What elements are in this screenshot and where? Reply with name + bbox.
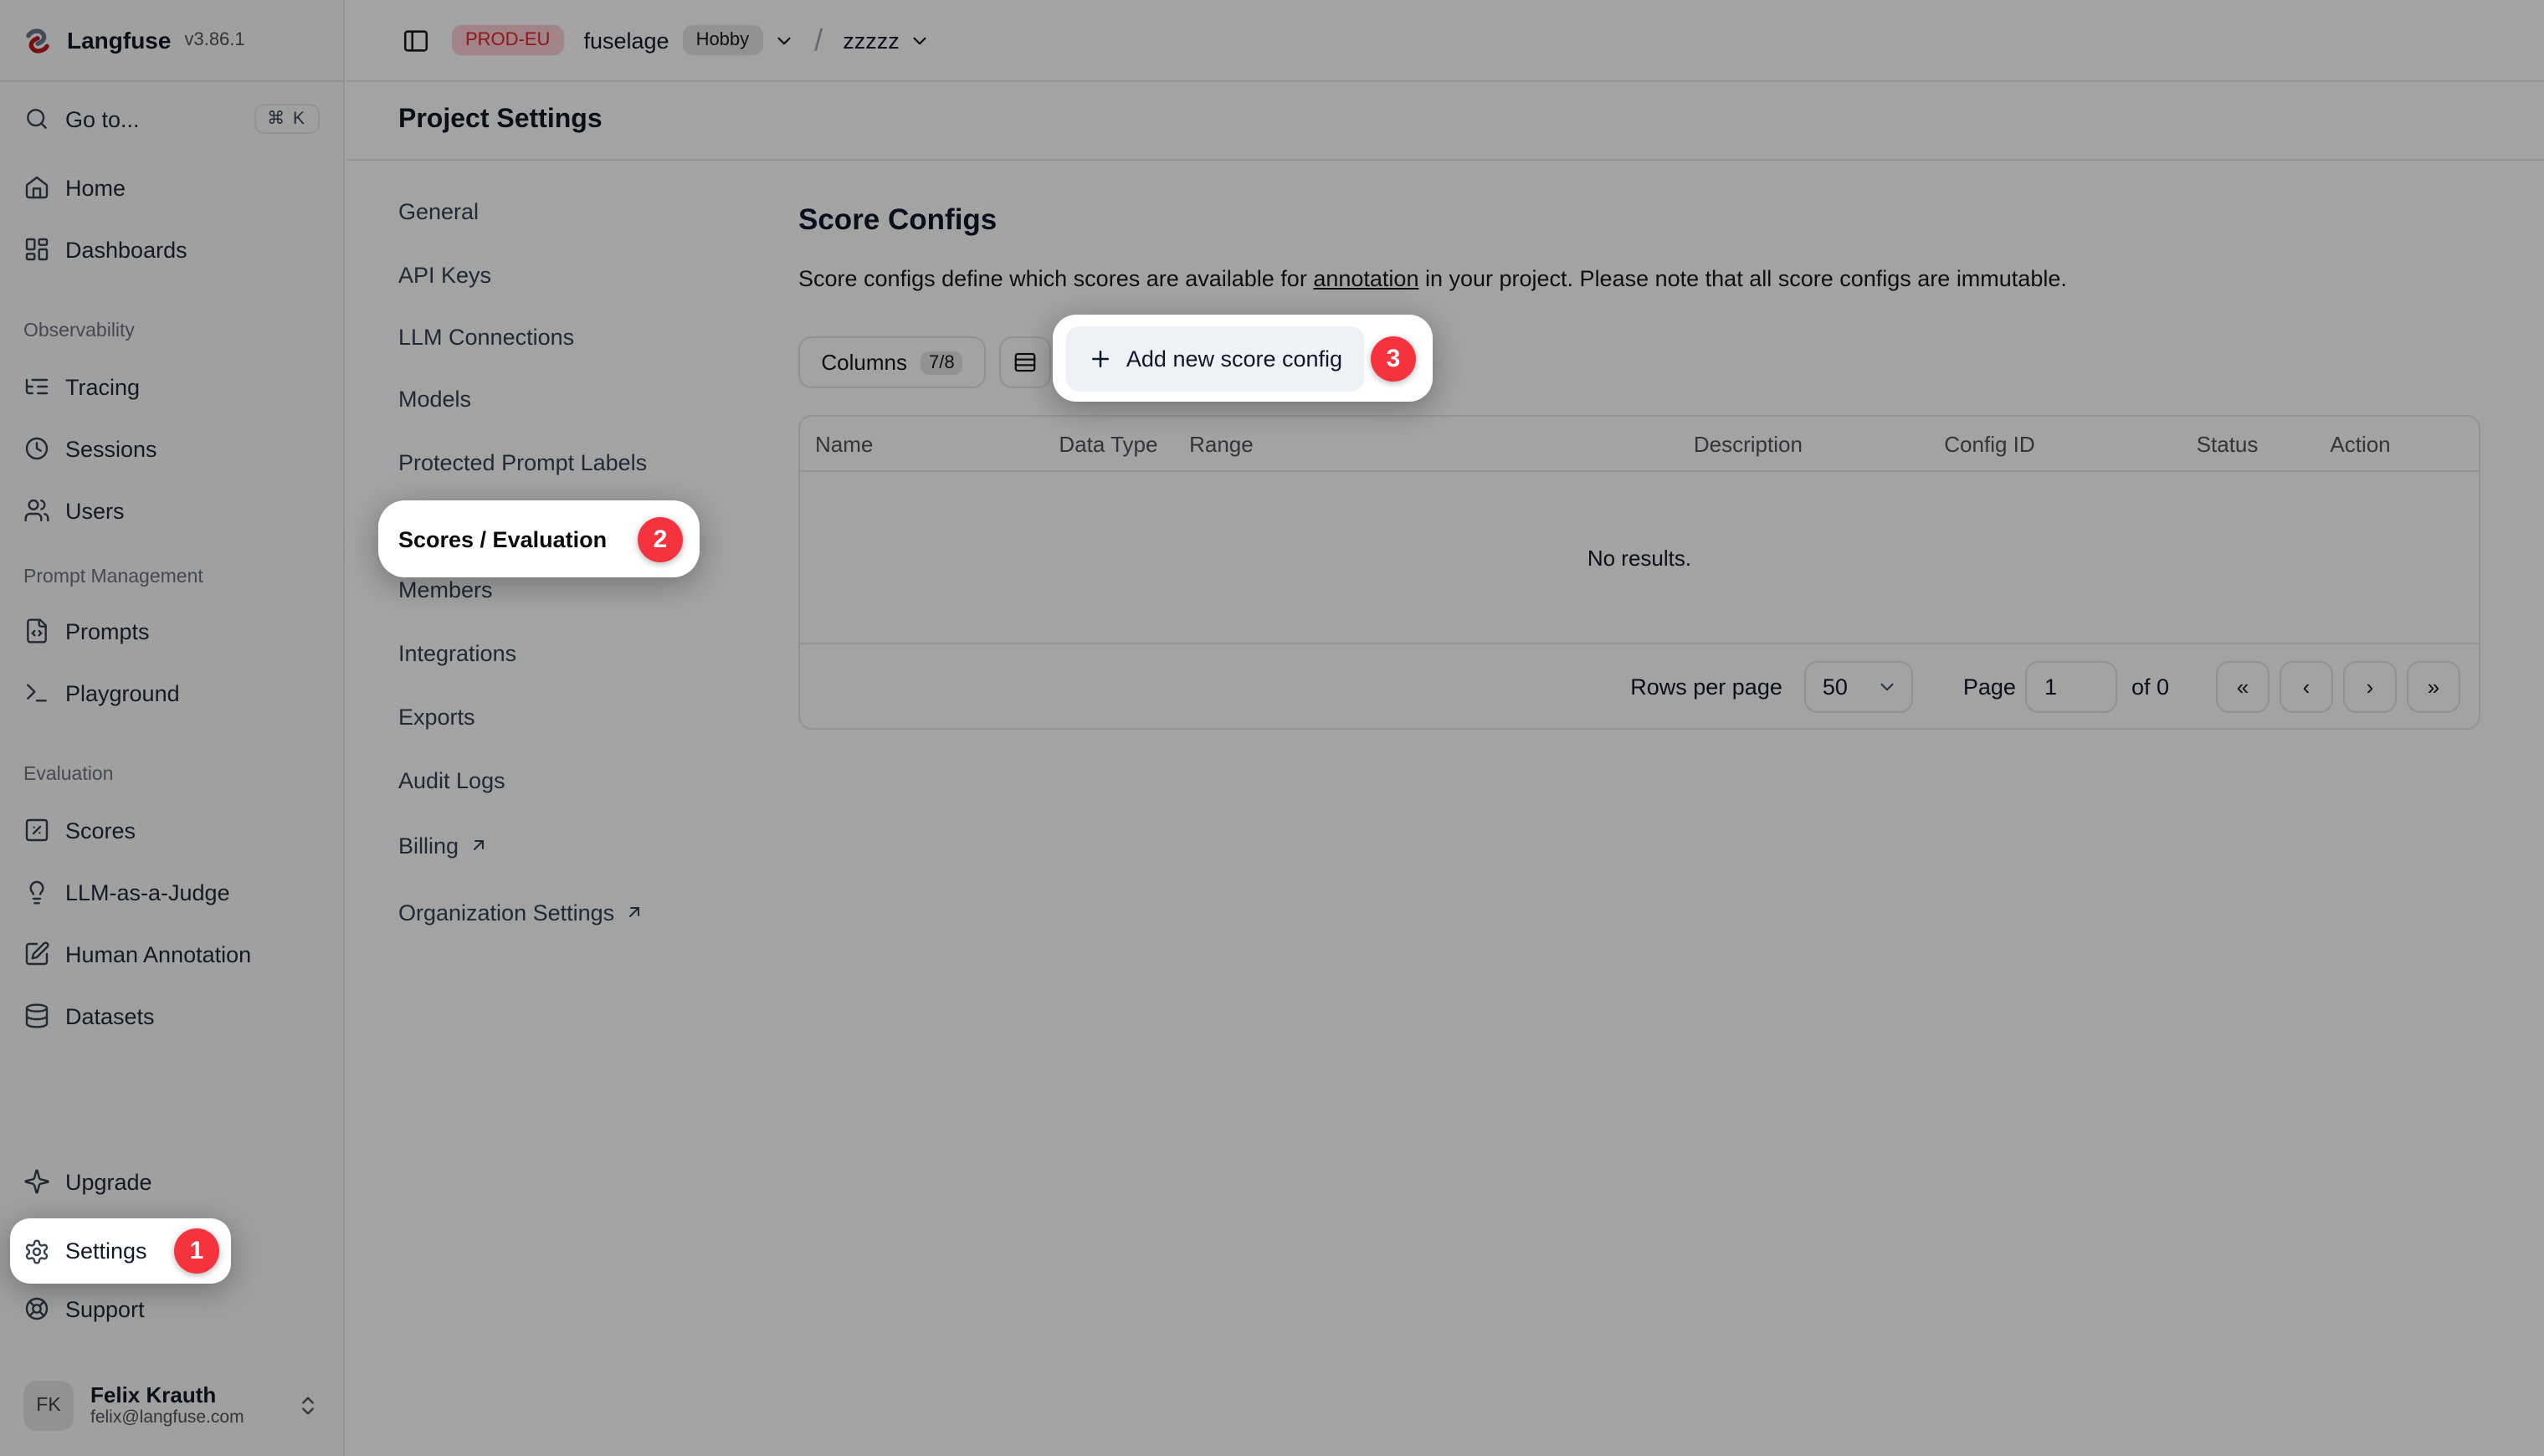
add-score-config-spotlight: Add new score config 3 [1053, 315, 1433, 402]
tutorial-dim-overlay [0, 0, 2544, 1456]
plus-icon [1088, 346, 1113, 371]
sidebar-item-settings[interactable]: Settings 1 [10, 1218, 231, 1284]
add-score-config-button[interactable]: Add new score config [1066, 326, 1364, 391]
gear-icon [23, 1238, 50, 1264]
add-score-config-label: Add new score config [1126, 346, 1342, 371]
settings-nav-label: Scores / Evaluation [398, 526, 607, 551]
app-window: Langfuse v3.86.1 Go to... ⌘ K Home Dashb… [0, 0, 2544, 1456]
step-2-badge: 2 [638, 516, 683, 561]
step-1-badge: 1 [174, 1228, 219, 1274]
settings-nav-scores-evaluation[interactable]: Scores / Evaluation 2 [378, 500, 700, 577]
sidebar-item-label: Settings [65, 1238, 147, 1264]
step-3-badge: 3 [1371, 336, 1416, 381]
